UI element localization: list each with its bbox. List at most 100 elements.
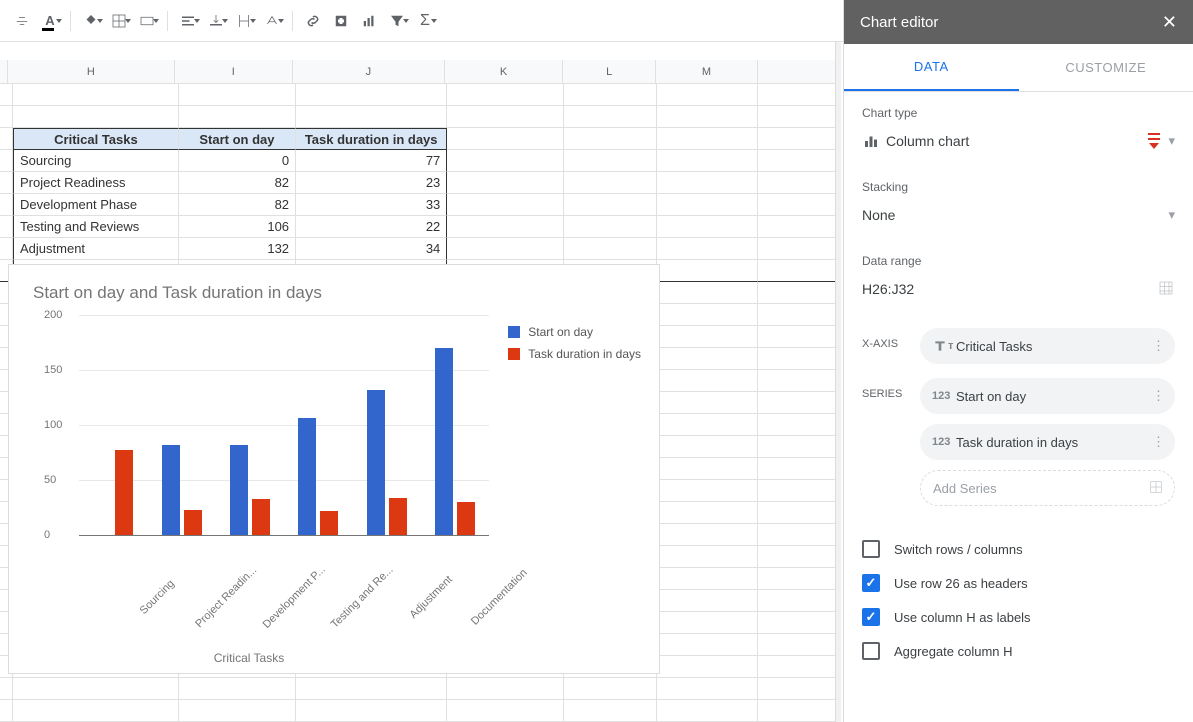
data-range-input[interactable]: H26:J32 (862, 272, 1175, 306)
chart-type-label: Chart type (862, 106, 1175, 120)
table-cell[interactable]: 22 (296, 216, 447, 238)
chart-bar (162, 445, 180, 535)
text-type-icon: т (932, 338, 956, 354)
grid-select-icon[interactable] (1148, 479, 1164, 498)
stacking-label: Stacking (862, 180, 1175, 194)
column-chart-icon (862, 132, 886, 150)
panel-resize-handle[interactable] (835, 42, 841, 722)
col-header-I[interactable]: I (175, 60, 293, 83)
functions-icon[interactable]: Σ (411, 7, 439, 35)
chart-x-tick: Sourcing (138, 578, 177, 617)
embedded-chart[interactable]: Start on day and Task duration in days S… (8, 264, 660, 674)
table-cell[interactable]: 33 (296, 194, 447, 216)
chevron-down-icon: ▾ (1168, 207, 1175, 223)
table-header: Task duration in days (296, 128, 447, 150)
text-wrap-icon[interactable] (230, 7, 258, 35)
chart-x-tick: Project Readin... (193, 564, 259, 630)
insert-link-icon[interactable] (299, 7, 327, 35)
insert-comment-icon[interactable] (327, 7, 355, 35)
table-cell[interactable]: 82 (179, 194, 296, 216)
panel-header: Chart editor ✕ (844, 0, 1193, 44)
more-icon[interactable]: ⋮ (1152, 338, 1165, 354)
table-cell[interactable]: 132 (179, 238, 296, 260)
strikethrough-icon[interactable] (8, 7, 36, 35)
chart-bar (115, 450, 133, 535)
text-color-icon[interactable]: A (36, 7, 64, 35)
close-icon[interactable]: ✕ (1162, 12, 1177, 33)
chart-bar (230, 445, 248, 535)
chart-plot-area: 050100150200 (39, 315, 489, 535)
chart-bar (298, 418, 316, 535)
number-type-icon: 123 (932, 436, 956, 448)
series-chip[interactable]: 123Start on day⋮ (920, 378, 1175, 414)
checkbox[interactable] (862, 574, 880, 592)
more-icon[interactable]: ⋮ (1152, 434, 1165, 450)
text-rotate-icon[interactable] (258, 7, 286, 35)
spreadsheet-grid[interactable]: HIJKLM Critical TasksStart on dayTask du… (0, 42, 841, 722)
number-type-icon: 123 (932, 390, 956, 402)
data-range-label: Data range (862, 254, 1175, 268)
table-cell[interactable]: 23 (296, 172, 447, 194)
table-cell[interactable]: 82 (179, 172, 296, 194)
table-header: Start on day (179, 128, 296, 150)
panel-tabs: DATA CUSTOMIZE (844, 44, 1193, 92)
table-cell[interactable]: 0 (179, 150, 296, 172)
checkbox[interactable] (862, 608, 880, 626)
checkbox-row[interactable]: Aggregate column H (862, 636, 1175, 666)
chart-bar (252, 499, 270, 535)
checkbox[interactable] (862, 642, 880, 660)
table-cell[interactable]: Project Readiness (13, 172, 179, 194)
checkbox[interactable] (862, 540, 880, 558)
chart-bar (457, 502, 475, 535)
borders-icon[interactable] (105, 7, 133, 35)
table-cell[interactable]: 106 (179, 216, 296, 238)
checkbox-row[interactable]: Use column H as labels (862, 602, 1175, 632)
tab-customize[interactable]: CUSTOMIZE (1019, 44, 1193, 91)
chart-bar (184, 510, 202, 535)
chart-title: Start on day and Task duration in days (9, 265, 659, 303)
chart-legend: Start on day Task duration in days (508, 325, 641, 369)
col-header-J[interactable]: J (293, 60, 445, 83)
stacking-select[interactable]: None ▾ (862, 198, 1175, 232)
grid-select-icon[interactable] (1157, 279, 1175, 300)
checkbox-row[interactable]: Switch rows / columns (862, 534, 1175, 564)
tab-data[interactable]: DATA (844, 44, 1019, 91)
chart-bar (367, 390, 385, 535)
x-axis-section-label: X-AXIS (862, 328, 920, 350)
chart-bar (435, 348, 453, 535)
chart-x-tick: Documentation (469, 567, 530, 628)
table-cell[interactable]: 77 (296, 150, 447, 172)
table-cell[interactable]: 34 (296, 238, 447, 260)
col-header-M[interactable]: M (656, 60, 757, 83)
chart-type-select[interactable]: Column chart ▾ (862, 124, 1175, 158)
x-axis-chip[interactable]: т Critical Tasks ⋮ (920, 328, 1175, 364)
table-cell[interactable]: Adjustment (13, 238, 179, 260)
chart-bar (320, 511, 338, 535)
col-header-K[interactable]: K (445, 60, 563, 83)
h-align-icon[interactable] (174, 7, 202, 35)
chart-x-tick: Development P... (260, 564, 327, 631)
v-align-icon[interactable] (202, 7, 230, 35)
checkbox-row[interactable]: Use row 26 as headers (862, 568, 1175, 598)
insert-chart-icon[interactable] (355, 7, 383, 35)
series-section-label: SERIES (862, 378, 920, 400)
more-icon[interactable]: ⋮ (1152, 388, 1165, 404)
merge-cells-icon[interactable] (133, 7, 161, 35)
table-cell[interactable]: Development Phase (13, 194, 179, 216)
col-header-L[interactable]: L (563, 60, 656, 83)
chart-bar (389, 498, 407, 535)
col-header-H[interactable]: H (8, 60, 175, 83)
chevron-down-icon: ▾ (1168, 133, 1175, 149)
filter-icon[interactable] (383, 7, 411, 35)
series-chip[interactable]: 123Task duration in days⋮ (920, 424, 1175, 460)
fill-color-icon[interactable] (77, 7, 105, 35)
suggestion-icon (1148, 133, 1160, 149)
table-header: Critical Tasks (13, 128, 179, 150)
chart-x-tick: Testing and Re... (329, 564, 396, 631)
chart-x-tick: Adjustment (407, 574, 454, 621)
table-cell[interactable]: Testing and Reviews (13, 216, 179, 238)
table-cell[interactable]: Sourcing (13, 150, 179, 172)
chart-editor-panel: Chart editor ✕ DATA CUSTOMIZE Chart type… (843, 0, 1193, 722)
add-series-button[interactable]: Add Series (920, 470, 1175, 506)
column-headers: HIJKLM (0, 60, 841, 84)
